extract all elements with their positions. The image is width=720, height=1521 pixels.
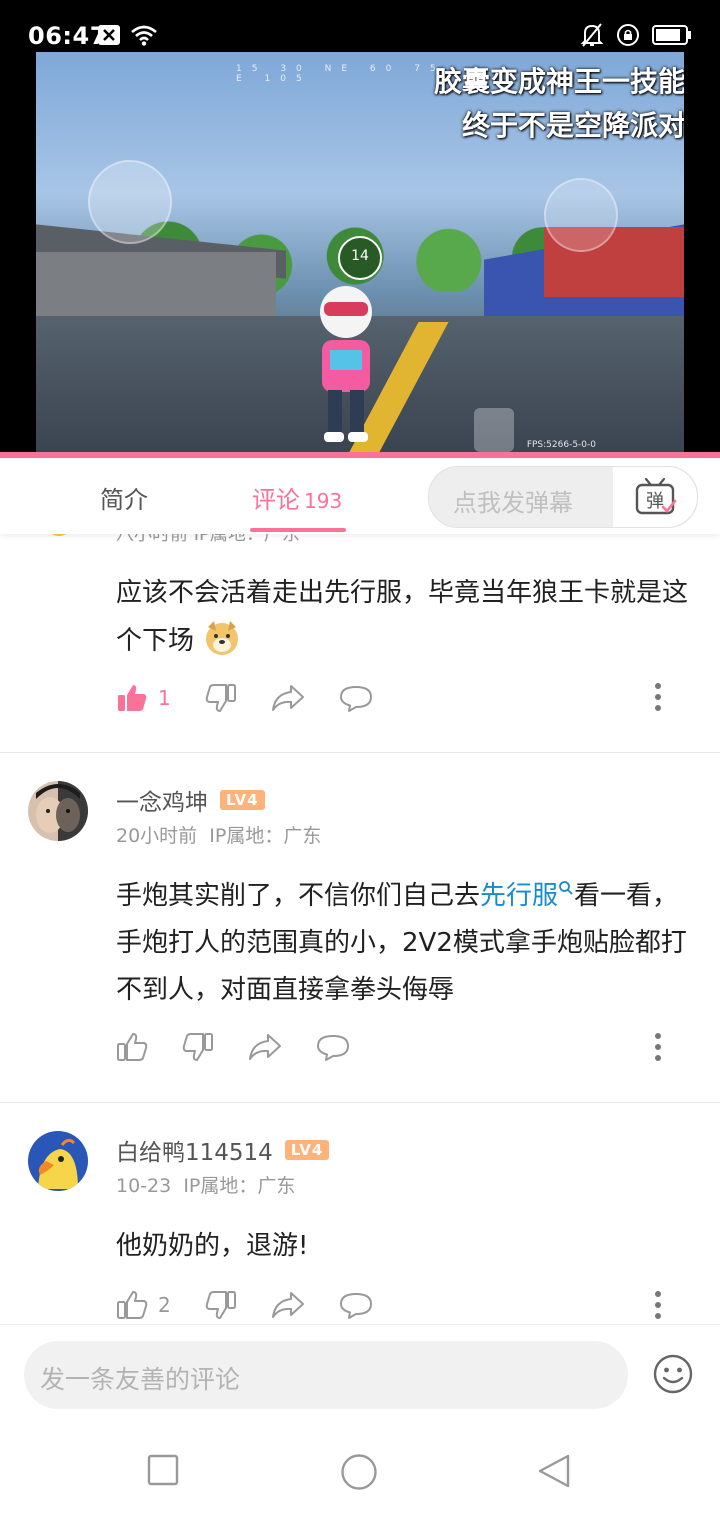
tab-comments[interactable]: 评论 193 — [252, 480, 342, 515]
share-arrow-icon — [271, 685, 304, 711]
more-options-icon[interactable] — [654, 682, 662, 712]
chat-bubble-icon — [339, 686, 372, 712]
comment-actions: 1 — [116, 682, 407, 714]
thumbs-down-icon — [205, 1291, 236, 1319]
thumbs-down-icon — [182, 1033, 213, 1061]
doge-emoji-icon — [206, 621, 239, 655]
back-triangle-icon[interactable] — [536, 1453, 572, 1489]
level-badge: LV4 — [284, 1140, 330, 1160]
video-caption: 胶囊变成神王一技能 终于不是空降派对 — [434, 60, 684, 148]
username: 白给鸭114514 — [116, 1140, 273, 1166]
share-arrow-icon — [249, 1034, 281, 1060]
more-options-icon[interactable] — [654, 1290, 662, 1320]
comment-divider — [0, 1102, 720, 1103]
thumbs-down-icon — [205, 684, 236, 712]
comment-ip: IP属地：广东 — [209, 825, 322, 847]
video-fps-text: FPS:5266-5-0-0 — [526, 440, 596, 450]
tab-bar: 简介 评论 193 点我发弹幕 弹 — [0, 458, 720, 534]
reply-button[interactable] — [316, 1031, 350, 1063]
comment-time: 20小时前 — [116, 825, 198, 847]
comment-author[interactable]: 一念鸡坤 LV4 — [116, 783, 265, 817]
thumbs-up-icon — [117, 1033, 148, 1061]
comment-text: 应该不会活着走出先行服，毕竟当年狼王卡就是这个下场 — [116, 578, 689, 656]
level-badge: LV4 — [220, 790, 265, 810]
bottom-bar: 发一条友善的评论 — [0, 1324, 720, 1521]
like-button[interactable]: 2 — [116, 1289, 171, 1321]
tab-active-indicator — [250, 528, 346, 532]
comment-actions — [116, 1031, 384, 1063]
comment-time: 10-23 — [116, 1175, 172, 1197]
recents-square-icon[interactable] — [146, 1453, 180, 1487]
status-time: 06:47 — [28, 22, 107, 50]
thumbs-up-icon — [117, 1291, 148, 1319]
video-hud-badge: 14 — [338, 236, 382, 280]
avatar[interactable] — [28, 781, 88, 841]
dislike-button[interactable] — [205, 682, 237, 714]
avatar[interactable] — [44, 534, 74, 536]
chat-bubble-icon — [317, 1035, 349, 1061]
share-button[interactable] — [271, 682, 305, 714]
tab-intro[interactable]: 简介 — [100, 480, 148, 515]
comment-author[interactable]: 白给鸭114514 LV4 — [116, 1133, 330, 1167]
home-circle-icon[interactable] — [340, 1453, 378, 1491]
more-options-icon[interactable] — [654, 1032, 662, 1062]
comment-meta: 10-23 IP属地：广东 — [116, 1171, 295, 1198]
avatar-image — [28, 1131, 88, 1191]
status-bar: 06:47 — [0, 0, 720, 72]
comment-meta: 20小时前 IP属地：广东 — [116, 821, 321, 848]
thumbs-up-filled-icon — [118, 685, 147, 711]
comment-text: 他奶奶的，退游! — [116, 1231, 309, 1261]
chat-bubble-icon — [339, 1293, 372, 1319]
avatar-image — [28, 781, 88, 841]
lock-rotation-icon — [617, 24, 639, 46]
danmaku-tv-icon: 弹 — [635, 477, 677, 515]
bell-off-icon — [580, 23, 604, 47]
dislike-button[interactable] — [182, 1031, 214, 1063]
video-caption-line2: 终于不是空降派对 — [461, 109, 684, 142]
reply-button[interactable] — [339, 1289, 373, 1321]
danmaku-toggle-button[interactable]: 弹 — [613, 467, 697, 527]
comment-actions: 2 — [116, 1289, 407, 1321]
video-character — [320, 286, 372, 442]
comment-meta: 八小时前 IP属地：广东 — [116, 534, 300, 545]
search-icon — [559, 881, 573, 895]
video-fire-button — [544, 178, 618, 252]
search-link[interactable]: 先行服 — [480, 881, 574, 911]
comment-text: 手炮其实削了，不信你们自己去先行服 看一看，手炮打人的范围真的小，2V2模式拿手炮… — [116, 881, 687, 1005]
like-count: 2 — [158, 1293, 171, 1317]
dislike-button[interactable] — [205, 1289, 237, 1321]
video-item-slot — [474, 408, 514, 452]
reply-button[interactable] — [339, 682, 373, 714]
like-count: 1 — [158, 686, 171, 710]
avatar[interactable] — [28, 1131, 88, 1191]
share-button[interactable] — [248, 1031, 282, 1063]
tab-comments-count: 193 — [304, 489, 343, 513]
comment-divider — [0, 752, 720, 753]
video-player[interactable]: 15 30 NE 60 75 E 105 14 FPS:5266-5-0-0 胶… — [36, 52, 684, 456]
comment-input-placeholder: 发一条友善的评论 — [40, 1365, 241, 1394]
smiley-icon[interactable] — [652, 1353, 694, 1395]
like-button[interactable]: 1 — [116, 682, 171, 714]
username: 一念鸡坤 — [116, 790, 208, 816]
share-arrow-icon — [271, 1292, 304, 1318]
video-section: 15 30 NE 60 75 E 105 14 FPS:5266-5-0-0 胶… — [0, 0, 720, 460]
comment-ip: IP属地：广东 — [183, 1175, 296, 1197]
tab-comments-label: 评论 — [252, 486, 300, 514]
share-button[interactable] — [271, 1289, 305, 1321]
video-joystick — [88, 160, 172, 244]
close-box-icon — [98, 25, 120, 45]
comment-input[interactable]: 发一条友善的评论 — [24, 1341, 628, 1409]
danmaku-button-label: 弹 — [646, 491, 664, 512]
danmaku-input[interactable]: 点我发弹幕 — [453, 483, 573, 518]
danmaku-bar: 点我发弹幕 弹 — [428, 466, 698, 528]
battery-icon — [652, 25, 691, 45]
comment-list[interactable]: 八小时前 IP属地：广东 应该不会活着走出先行服，毕竟当年狼王卡就是这个下场 1 — [0, 534, 720, 1324]
wifi-icon — [131, 25, 157, 46]
like-button[interactable] — [116, 1031, 148, 1063]
